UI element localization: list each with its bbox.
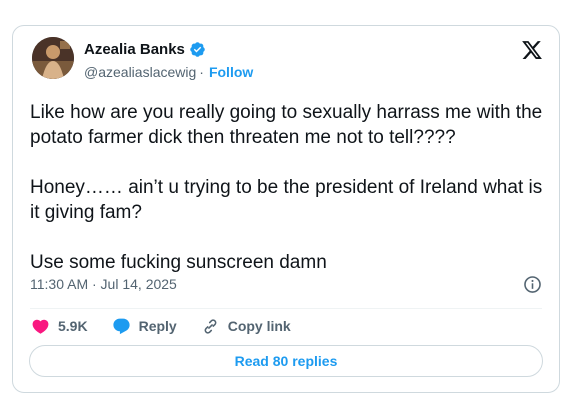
heart-icon (32, 319, 49, 334)
info-icon[interactable] (523, 275, 542, 294)
tweet-text: Like how are you really going to sexuall… (30, 102, 543, 273)
like-count: 5.9K (58, 318, 88, 334)
chat-bubble-icon (112, 318, 130, 334)
link-icon (204, 318, 217, 334)
reply-label: Reply (138, 318, 177, 334)
verified-badge-icon (190, 42, 205, 57)
read-replies-button[interactable]: Read 80 replies (29, 345, 543, 377)
reply-button[interactable]: Reply (112, 317, 177, 336)
handle-row: @azealiaslacewig · Follow (84, 64, 253, 80)
like-button[interactable]: 5.9K (31, 317, 88, 336)
action-bar: 5.9K Reply Copy link (31, 315, 315, 337)
x-logo-icon[interactable] (521, 39, 543, 61)
tweet-timestamp[interactable]: 11:30 AM · Jul 14, 2025 (30, 276, 177, 292)
avatar[interactable] (32, 37, 74, 79)
copy-link-label: Copy link (227, 318, 291, 334)
avatar-image (32, 37, 74, 79)
follow-button[interactable]: Follow (209, 64, 253, 80)
copy-link-button[interactable]: Copy link (201, 317, 291, 336)
author-handle[interactable]: @azealiaslacewig (84, 64, 196, 80)
tweet-card: Azealia Banks @azealiaslacewig · Follow … (12, 25, 560, 393)
author-name-row: Azealia Banks (84, 41, 206, 58)
author-name[interactable]: Azealia Banks (84, 41, 185, 58)
separator-dot: · (199, 64, 204, 80)
divider (30, 308, 542, 309)
